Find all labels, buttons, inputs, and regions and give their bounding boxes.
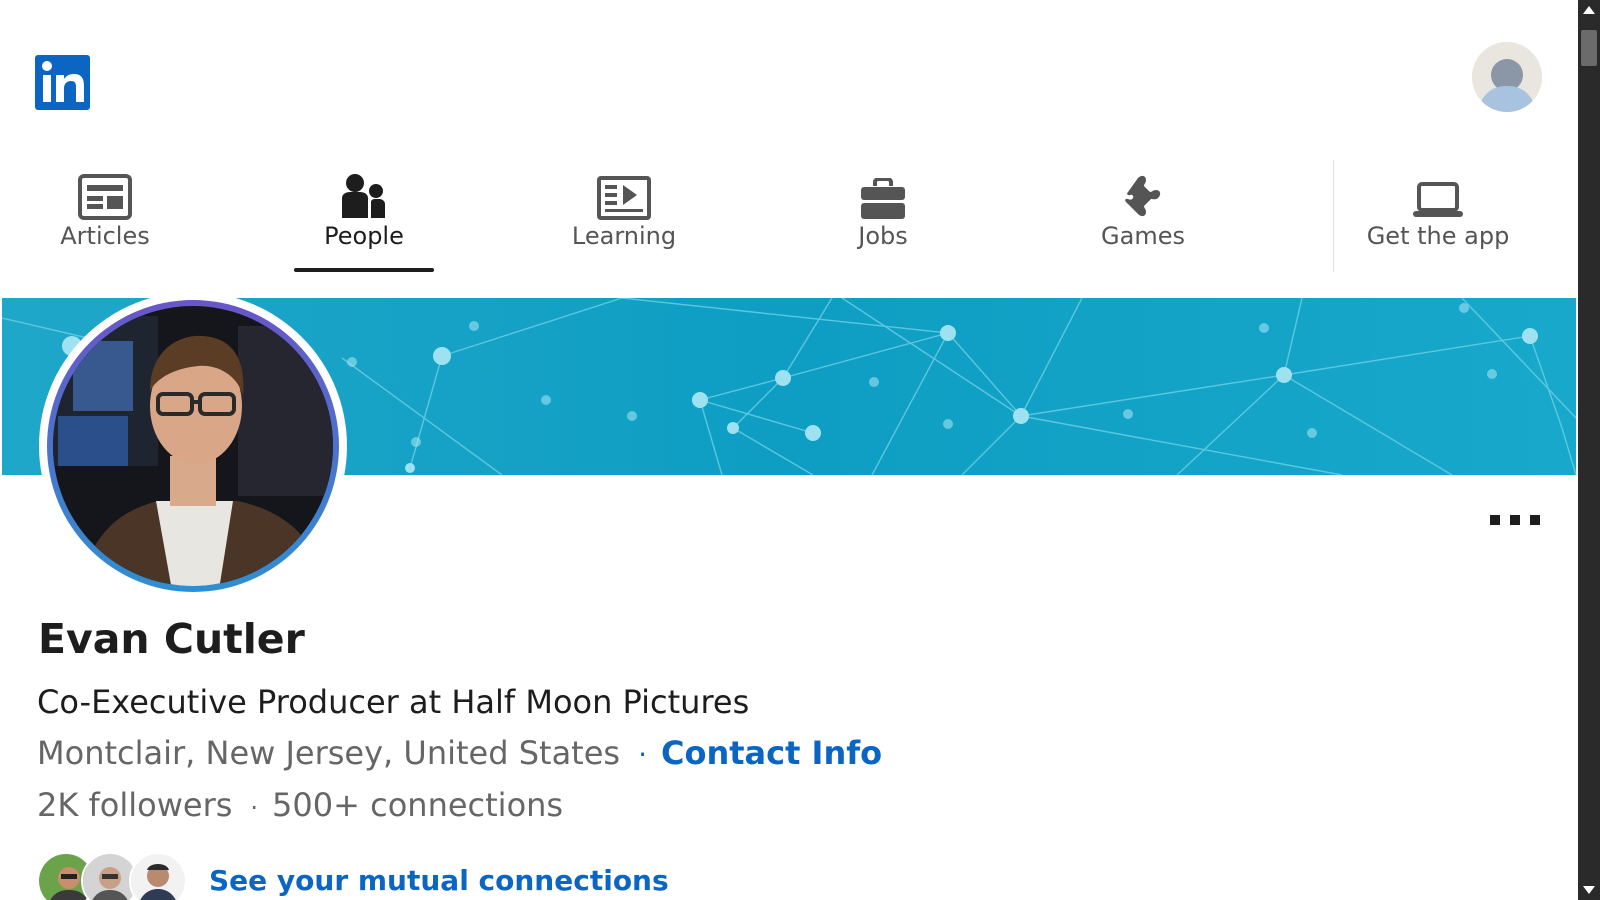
scroll-up-arrow-icon[interactable] bbox=[1578, 0, 1600, 20]
connections-count: 500+ connections bbox=[272, 786, 564, 824]
nav-item-learning[interactable]: Learning bbox=[570, 160, 678, 272]
profile-stats: 2K followers · 500+ connections bbox=[37, 786, 563, 824]
nav-label-jobs: Jobs bbox=[858, 222, 908, 250]
jobs-icon bbox=[853, 160, 913, 220]
articles-icon bbox=[75, 160, 135, 220]
location-separator: · bbox=[638, 738, 647, 771]
nav-label-games: Games bbox=[1101, 222, 1185, 250]
contact-info-link[interactable]: Contact Info bbox=[661, 734, 882, 772]
laptop-icon bbox=[1408, 160, 1468, 220]
stats-separator: · bbox=[250, 794, 259, 822]
nav-item-get-the-app[interactable]: Get the app bbox=[1366, 160, 1510, 272]
scrollbar-thumb[interactable] bbox=[1581, 30, 1597, 66]
profile-location: Montclair, New Jersey, United States bbox=[37, 734, 621, 772]
main-nav: Articles People Learning Jobs Games Get … bbox=[0, 160, 1578, 272]
profile-page: Articles People Learning Jobs Games Get … bbox=[0, 0, 1578, 900]
nav-divider bbox=[1333, 160, 1334, 272]
mutual-avatars bbox=[37, 852, 197, 900]
see-mutual-connections-link[interactable]: See your mutual connections bbox=[209, 864, 669, 897]
nav-label-get-the-app: Get the app bbox=[1366, 222, 1510, 250]
nav-item-articles[interactable]: Articles bbox=[60, 160, 150, 272]
nav-item-people[interactable]: People bbox=[294, 160, 434, 272]
mutual-connections[interactable]: See your mutual connections bbox=[37, 850, 669, 900]
profile-photo[interactable] bbox=[38, 292, 348, 600]
followers-count: 2K followers bbox=[37, 786, 233, 824]
linkedin-logo-icon[interactable] bbox=[35, 55, 90, 110]
more-options-icon[interactable] bbox=[1490, 508, 1540, 532]
profile-headline: Co-Executive Producer at Half Moon Pictu… bbox=[37, 683, 750, 721]
nav-item-jobs[interactable]: Jobs bbox=[848, 160, 918, 272]
people-icon bbox=[334, 160, 394, 220]
profile-name: Evan Cutler bbox=[38, 615, 305, 663]
user-avatar[interactable] bbox=[1472, 42, 1542, 112]
learning-icon bbox=[594, 160, 654, 220]
scroll-down-arrow-icon[interactable] bbox=[1578, 880, 1600, 900]
nav-label-articles: Articles bbox=[60, 222, 150, 250]
nav-label-learning: Learning bbox=[571, 222, 677, 250]
person-icon bbox=[1472, 42, 1542, 112]
vertical-scrollbar[interactable] bbox=[1578, 0, 1600, 900]
games-icon bbox=[1113, 160, 1173, 220]
nav-item-games[interactable]: Games bbox=[1098, 160, 1188, 272]
profile-location-line: Montclair, New Jersey, United States · C… bbox=[37, 734, 882, 772]
nav-label-people: People bbox=[324, 222, 404, 250]
mutual-avatar bbox=[129, 852, 187, 900]
